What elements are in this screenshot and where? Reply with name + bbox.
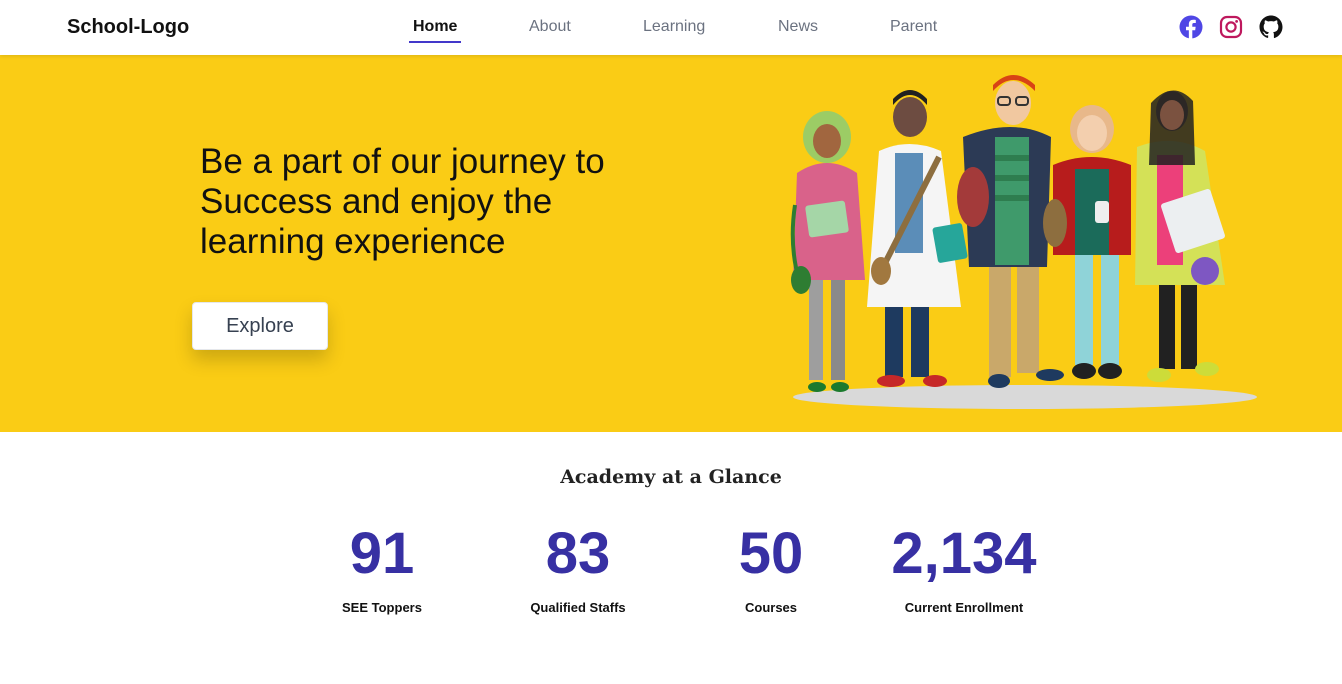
top-navbar: School-Logo Home About Learning News Par… <box>0 0 1342 55</box>
glance-heading: Academy at a Glance <box>560 466 782 488</box>
students-illustration <box>790 75 1257 409</box>
nav-link-news[interactable]: News <box>778 18 818 42</box>
stat-label: Qualified Staffs <box>530 600 626 615</box>
nav-link-about[interactable]: About <box>529 18 571 42</box>
facebook-icon[interactable] <box>1179 15 1203 39</box>
student-figure <box>1043 105 1131 379</box>
nav-link-parent[interactable]: Parent <box>890 18 937 42</box>
explore-button[interactable]: Explore <box>192 302 328 350</box>
student-figure <box>790 111 865 392</box>
stat-label: Current Enrollment <box>904 600 1024 615</box>
hero-headline: Be a part of our journey to Success and … <box>200 142 605 261</box>
stat-value: 83 <box>545 521 611 586</box>
student-figure <box>867 90 968 387</box>
school-logo[interactable]: School-Logo <box>67 16 189 39</box>
stat-qualified-staffs: 83 Qualified Staffs <box>488 520 668 615</box>
stat-courses: 50 Courses <box>681 520 861 615</box>
nav-link-home[interactable]: Home <box>409 18 462 43</box>
instagram-icon[interactable] <box>1219 15 1243 39</box>
student-figure <box>1135 90 1225 382</box>
stat-value: 91 <box>349 521 415 586</box>
hero-banner: Be a part of our journey to Success and … <box>0 55 1342 432</box>
nav-link-learning[interactable]: Learning <box>643 18 705 42</box>
stat-label: Courses <box>744 600 798 615</box>
stat-label: SEE Toppers <box>342 600 422 615</box>
stat-current-enrollment: 2,134 Current Enrollment <box>874 520 1054 615</box>
stat-see-toppers: 91 SEE Toppers <box>292 520 472 615</box>
stat-value: 50 <box>738 521 804 586</box>
github-icon[interactable] <box>1259 15 1283 39</box>
stat-value: 2,134 <box>891 521 1037 586</box>
